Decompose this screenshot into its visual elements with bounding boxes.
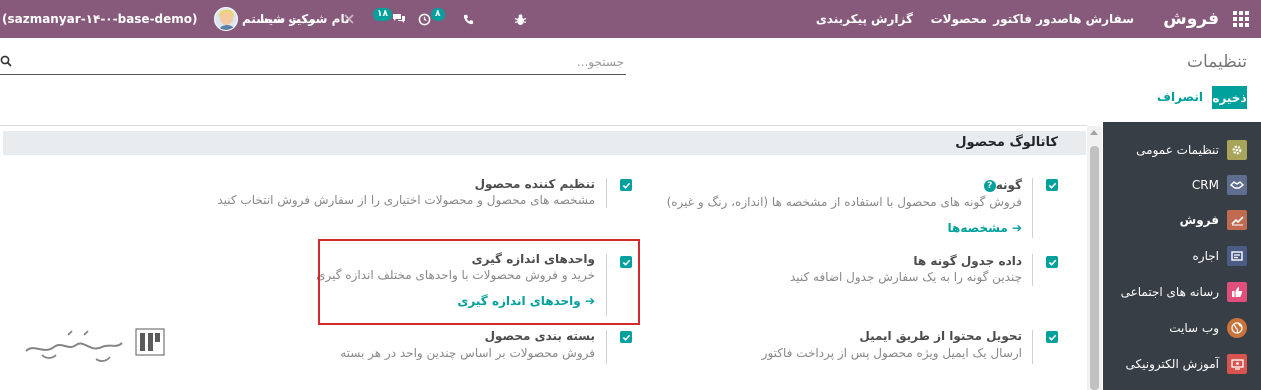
- sidebar-item-label: تنظیمات عمومی: [1136, 143, 1219, 157]
- user-name: مدیر سیستم: [242, 12, 316, 26]
- watermark-logo: [24, 325, 169, 365]
- section-header: کاتالوگ محصول: [3, 131, 1086, 155]
- activities-button[interactable]: ۸: [418, 0, 445, 38]
- configurator-checkbox[interactable]: [620, 179, 632, 191]
- scrollbar[interactable]: [1087, 126, 1102, 390]
- app-name[interactable]: فروش: [1163, 0, 1219, 38]
- gear-icon: [1227, 140, 1247, 160]
- email-delivery-title: تحویل محتوا از طریق ایمیل: [859, 329, 1022, 343]
- checkmark-icon: [622, 334, 630, 341]
- sidebar-item-label: رسانه های اجتماعی: [1120, 285, 1219, 299]
- user-menu[interactable]: مدیر سیستم: [214, 0, 316, 38]
- search-icon[interactable]: [0, 55, 12, 67]
- menu-reporting[interactable]: گزارش: [871, 0, 913, 38]
- sidebar-item-social-media[interactable]: رسانه های اجتماعی: [1103, 274, 1261, 310]
- globe-icon: [1227, 318, 1247, 338]
- attributes-link[interactable]: مشخصه‌ها ➔: [948, 221, 1022, 235]
- top-navbar: فروش سفارش ها صدور فاکتور محصولات گزارش …: [0, 0, 1261, 38]
- email-delivery-desc: ارسال یک ایمیل ویژه محصول پس از پرداخت ف…: [761, 346, 1022, 360]
- settings-sidebar: تنظیمات عمومی CRM فروش اجاره رسانه های ا…: [1103, 122, 1261, 390]
- setting-divider: [1032, 330, 1033, 364]
- chart-icon: [1227, 210, 1247, 230]
- variants-checkbox[interactable]: [1046, 179, 1058, 191]
- variants-desc: فروش گونه های محصول با استفاده از مشخصه …: [666, 195, 1022, 209]
- apps-menu-button[interactable]: [1233, 0, 1249, 38]
- variants-title: ? گونه: [980, 178, 1022, 192]
- checkmark-icon: [622, 182, 630, 189]
- arrow-right-icon: ➔: [1011, 221, 1022, 235]
- chat-icon: [393, 14, 405, 23]
- variant-grid-title: داده جدول گونه ها: [913, 254, 1022, 268]
- menu-configuration[interactable]: پیکربندی: [816, 0, 867, 38]
- configurator-title: تنظیم کننده محصول: [474, 177, 595, 191]
- sidebar-item-label: فروش: [1179, 213, 1219, 227]
- messages-button[interactable]: ۱۸: [373, 0, 406, 38]
- sidebar-item-sales[interactable]: فروش: [1103, 202, 1261, 238]
- phone-button[interactable]: [463, 0, 474, 38]
- packaging-checkbox[interactable]: [620, 331, 632, 343]
- activities-badge: ۸: [431, 7, 445, 21]
- menu-invoicing[interactable]: صدور فاکتور: [993, 0, 1069, 38]
- messages-badge: ۱۸: [373, 7, 392, 21]
- sidebar-item-label: وب سایت: [1169, 321, 1219, 335]
- avatar: [214, 7, 238, 31]
- packaging-title: بسته بندی محصول: [484, 329, 595, 343]
- save-button[interactable]: ذخیره: [1212, 86, 1247, 109]
- debug-button[interactable]: [514, 0, 527, 38]
- checkmark-icon: [1048, 334, 1056, 341]
- sidebar-item-website[interactable]: وب سایت: [1103, 310, 1261, 346]
- sidebar-item-crm[interactable]: CRM: [1103, 167, 1261, 203]
- scrollbar-thumb[interactable]: [1090, 146, 1099, 390]
- variant-grid-checkbox[interactable]: [1046, 256, 1058, 268]
- elearning-icon: [1227, 354, 1247, 374]
- scroll-up-arrow-icon[interactable]: [1090, 130, 1098, 135]
- section-title: کاتالوگ محصول: [955, 135, 1058, 150]
- thumbs-up-icon: [1227, 282, 1247, 302]
- bug-icon: [514, 13, 527, 25]
- cancel-button[interactable]: انصراف: [1157, 86, 1203, 109]
- menu-orders[interactable]: سفارش ها: [1069, 0, 1134, 38]
- search-bar: [0, 51, 626, 75]
- help-icon[interactable]: ?: [983, 179, 996, 192]
- setting-divider: [606, 330, 607, 364]
- configurator-desc: مشخصه های محصول و محصولات اختیاری را از …: [217, 193, 595, 207]
- content-divider: [0, 125, 1087, 126]
- search-input[interactable]: [16, 51, 624, 73]
- checkmark-icon: [1048, 182, 1056, 189]
- packaging-desc: فروش محصولات بر اساس چندین واحد در هر بس…: [340, 346, 595, 360]
- sidebar-item-label: اجاره: [1192, 249, 1220, 263]
- highlight-box: [318, 239, 640, 325]
- setting-divider: [1032, 178, 1033, 238]
- menu-products[interactable]: محصولات: [931, 0, 987, 38]
- grid-icon: [1233, 11, 1249, 27]
- sidebar-item-elearning[interactable]: آموزش الکترونیکی: [1103, 346, 1261, 382]
- database-name: (sazmanyar-۱۴-۰-base-demo): [2, 12, 198, 26]
- email-delivery-checkbox[interactable]: [1046, 331, 1058, 343]
- variant-grid-desc: چندین گونه را به یک سفارش جدول اضافه کنی…: [789, 270, 1022, 284]
- page-title: تنظیمات: [1187, 52, 1247, 72]
- phone-icon: [463, 14, 474, 24]
- handshake-icon: [1227, 175, 1247, 195]
- setting-divider: [1032, 254, 1033, 286]
- sidebar-item-label: آموزش الکترونیکی: [1125, 357, 1219, 371]
- rental-icon: [1227, 246, 1247, 266]
- sidebar-item-general[interactable]: تنظیمات عمومی: [1103, 132, 1261, 168]
- clock-icon: [418, 13, 431, 25]
- setting-divider: [606, 178, 607, 208]
- checkmark-icon: [1048, 259, 1056, 266]
- sidebar-item-label: CRM: [1191, 178, 1219, 192]
- sidebar-item-rental[interactable]: اجاره: [1103, 238, 1261, 274]
